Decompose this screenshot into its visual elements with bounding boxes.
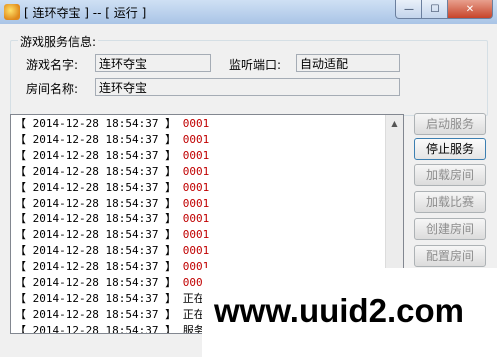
- log-timestamp: 【 2014-12-28 18:54:37 】: [15, 164, 177, 178]
- log-line: 【 2014-12-28 18:54:37 】 正在发送: [15, 307, 227, 323]
- log-message: 0001: [182, 228, 210, 242]
- log-timestamp: 【 2014-12-28 18:54:37 】: [15, 228, 177, 242]
- game-name-field[interactable]: 连环夺宝: [95, 54, 211, 72]
- scroll-up-icon[interactable]: ▲: [386, 115, 403, 132]
- log-timestamp: 【 2014-12-28 18:54:37 】: [15, 180, 177, 194]
- room-name-field[interactable]: 连环夺宝: [95, 78, 400, 96]
- service-info-group-label: 游戏服务信息:: [18, 33, 99, 50]
- log-timestamp: 【 2014-12-28 18:54:37 】: [15, 148, 177, 162]
- log-timestamp: 【 2014-12-28 18:54:37 】: [15, 260, 177, 274]
- start-service-button[interactable]: 启动服务: [414, 113, 486, 135]
- create-room-button[interactable]: 创建房间: [414, 218, 486, 240]
- log-timestamp: 【 2014-12-28 18:54:37 】: [15, 212, 177, 226]
- port-label: 监听端口:: [229, 58, 282, 72]
- port-field[interactable]: 自动适配: [296, 54, 400, 72]
- log-line: 【 2014-12-28 18:54:37 】 0001: [15, 211, 209, 227]
- log-line: 【 2014-12-28 18:54:37 】 正在连接: [15, 291, 227, 307]
- log-line: 【 2014-12-28 18:54:37 】 0001: [15, 259, 209, 275]
- game-name-label: 游戏名字:: [26, 58, 79, 72]
- log-timestamp: 【 2014-12-28 18:54:37 】: [15, 291, 177, 305]
- log-message: 0001: [182, 164, 210, 178]
- log-timestamp: 【 2014-12-28 18:54:37 】: [15, 132, 177, 146]
- log-line: 【 2014-12-28 18:54:37 】 0001: [15, 180, 209, 196]
- log-timestamp: 【 2014-12-28 18:54:37 】: [15, 323, 177, 334]
- log-timestamp: 【 2014-12-28 18:54:37 】: [15, 196, 177, 210]
- log-message: 0001: [182, 148, 210, 162]
- watermark-overlay: www.uuid2.com: [202, 268, 497, 357]
- load-match-button[interactable]: 加载比赛: [414, 191, 486, 213]
- log-line: 【 2014-12-28 18:54:37 】 0001: [15, 243, 209, 259]
- watermark-text: www.uuid2.com: [214, 292, 464, 329]
- log-message: 0001: [182, 117, 210, 130]
- log-message: 0001: [182, 180, 210, 194]
- log-line: 【 2014-12-28 18:54:37 】 0001: [15, 116, 209, 132]
- log-timestamp: 【 2014-12-28 18:54:37 】: [15, 307, 177, 321]
- log-line: 【 2014-12-28 18:54:37 】 0001: [15, 148, 209, 164]
- log-line: 【 2014-12-28 18:54:37 】 0001: [15, 227, 209, 243]
- minimize-button[interactable]: —: [395, 0, 423, 19]
- close-button[interactable]: ✕: [447, 0, 493, 19]
- configure-room-button[interactable]: 配置房间: [414, 245, 486, 267]
- title-bar[interactable]: [ 连环夺宝 ] -- [ 运行 ] — ☐ ✕: [0, 0, 497, 25]
- log-line: 【 2014-12-28 18:54:37 】 0001: [15, 196, 209, 212]
- log-message: 0001: [182, 212, 210, 226]
- log-timestamp: 【 2014-12-28 18:54:37 】: [15, 276, 177, 289]
- app-icon: [4, 4, 20, 20]
- log-line: 【 2014-12-28 18:54:37 】 0001: [15, 132, 209, 148]
- maximize-button[interactable]: ☐: [421, 0, 449, 19]
- stop-service-button[interactable]: 停止服务: [414, 138, 486, 160]
- log-message: 0001: [182, 196, 210, 210]
- log-message: 0001: [182, 244, 210, 258]
- load-room-button[interactable]: 加载房间: [414, 164, 486, 186]
- log-line: 【 2014-12-28 18:54:37 】 服务启动: [15, 323, 227, 334]
- log-message: 0001: [182, 132, 210, 146]
- log-timestamp: 【 2014-12-28 18:54:37 】: [15, 244, 177, 258]
- room-name-label: 房间名称:: [26, 82, 79, 96]
- window-title: [ 连环夺宝 ] -- [ 运行 ]: [24, 6, 147, 20]
- log-line: 【 2014-12-28 18:54:37 】 0001: [15, 164, 209, 180]
- log-line: 【 2014-12-28 18:54:37 】 0001: [15, 275, 209, 291]
- log-timestamp: 【 2014-12-28 18:54:37 】: [15, 117, 177, 130]
